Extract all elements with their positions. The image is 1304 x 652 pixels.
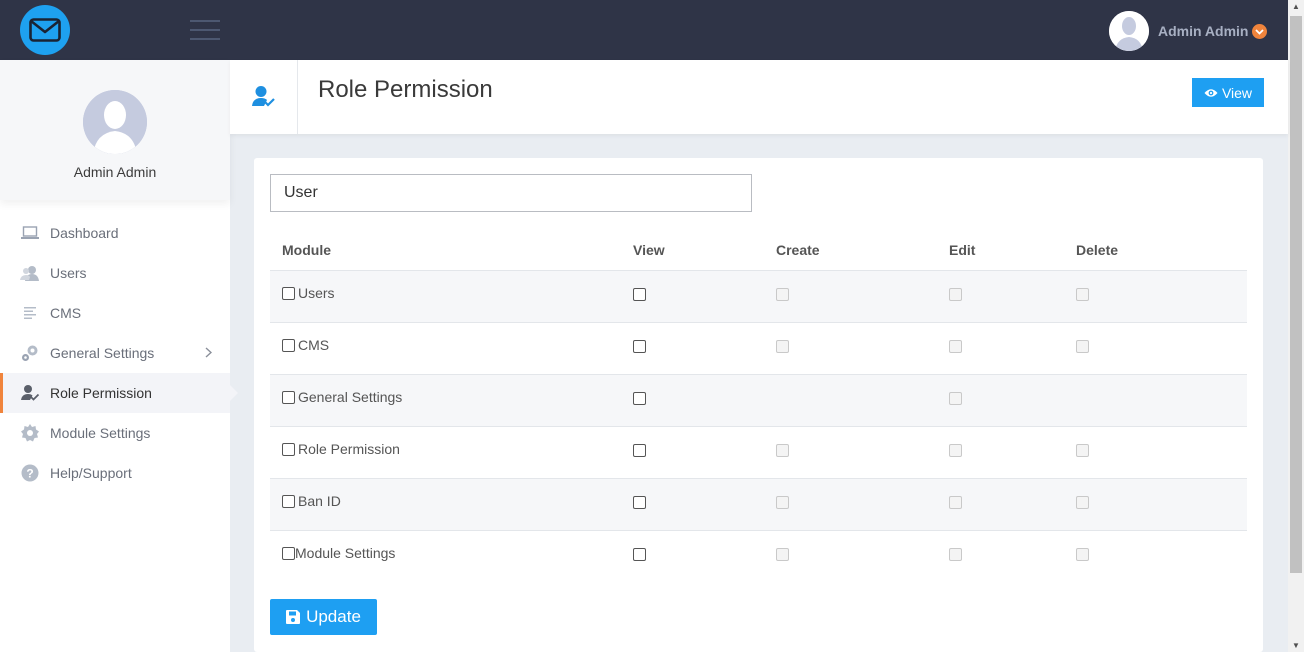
mail-icon-svg <box>29 18 61 42</box>
view-button[interactable]: View <box>1192 78 1264 107</box>
gears-icon <box>20 343 40 363</box>
delete-checkbox[interactable] <box>1076 496 1089 509</box>
view-checkbox[interactable] <box>633 392 646 405</box>
table-row: CMS <box>270 322 1247 375</box>
sidebar-item-help-support[interactable]: ? Help/Support <box>0 453 230 493</box>
vertical-scrollbar[interactable]: ▲ ▼ <box>1288 0 1304 652</box>
view-checkbox[interactable] <box>633 496 646 509</box>
sidebar-item-label: Role Permission <box>50 385 152 401</box>
sidebar-item-general-settings[interactable]: General Settings <box>0 333 230 373</box>
profile-avatar <box>83 90 147 154</box>
module-checkbox[interactable] <box>282 286 295 300</box>
chevron-down-icon[interactable] <box>1252 24 1267 39</box>
column-header-delete: Delete <box>1076 230 1247 271</box>
sidebar-item-label: Help/Support <box>50 465 132 481</box>
module-label: Role Permission <box>298 441 400 457</box>
scroll-down-icon[interactable]: ▼ <box>1292 641 1300 650</box>
create-checkbox[interactable] <box>776 340 789 353</box>
sidebar-item-label: General Settings <box>50 345 155 361</box>
module-label: Ban ID <box>298 493 341 509</box>
profile-name: Admin Admin <box>73 164 157 180</box>
users-icon <box>20 263 40 283</box>
svg-text:?: ? <box>26 467 33 481</box>
module-label: CMS <box>298 337 330 353</box>
sidebar-item-label: Dashboard <box>50 225 119 241</box>
module-checkbox[interactable] <box>282 338 295 352</box>
document-lines-icon <box>20 303 40 323</box>
edit-checkbox[interactable] <box>949 392 962 405</box>
module-checkbox[interactable] <box>282 546 295 560</box>
mail-icon[interactable] <box>20 5 70 55</box>
delete-checkbox[interactable] <box>1076 288 1089 301</box>
table-row: Role Permission <box>270 426 1247 479</box>
sidebar-item-label: Users <box>50 265 87 281</box>
table-header-row: Module View Create Edit Delete <box>270 230 1247 271</box>
view-button-label: View <box>1221 84 1253 101</box>
user-check-icon <box>230 60 298 134</box>
sidebar-item-cms[interactable]: CMS <box>0 293 230 333</box>
edit-checkbox[interactable] <box>949 548 962 562</box>
module-checkbox[interactable] <box>282 442 295 456</box>
view-checkbox[interactable] <box>633 444 646 457</box>
permission-card: Module View Create Edit Delete Users CMS <box>254 158 1263 652</box>
module-label: General Settings <box>298 389 403 405</box>
module-label: Users <box>298 285 335 301</box>
delete-checkbox[interactable] <box>1076 444 1089 457</box>
save-icon <box>286 610 301 624</box>
delete-checkbox[interactable] <box>1076 340 1089 353</box>
sidebar-item-label: Module Settings <box>50 425 151 441</box>
table-row: Users <box>270 270 1247 323</box>
page-title: Role Permission <box>318 76 493 103</box>
view-checkbox[interactable] <box>633 340 646 353</box>
view-checkbox[interactable] <box>633 548 646 562</box>
top-navbar: Admin Admin <box>0 0 1288 60</box>
sidebar-item-label: CMS <box>50 305 82 321</box>
create-checkbox[interactable] <box>776 496 789 509</box>
table-row: Ban ID <box>270 478 1247 531</box>
role-name-input[interactable] <box>270 174 752 212</box>
column-header-edit: Edit <box>949 230 1076 271</box>
view-checkbox[interactable] <box>633 288 646 301</box>
sidebar-item-role-permission[interactable]: Role Permission <box>0 373 238 413</box>
edit-checkbox[interactable] <box>949 288 962 301</box>
page-header: Role Permission View <box>230 60 1288 134</box>
update-button[interactable]: Update <box>270 599 377 635</box>
module-checkbox[interactable] <box>282 494 295 508</box>
sidebar-profile: Admin Admin <box>0 60 230 200</box>
column-header-module: Module <box>270 230 633 271</box>
sidebar-item-users[interactable]: Users <box>0 253 230 293</box>
gear-icon <box>20 423 40 443</box>
sidebar-item-dashboard[interactable]: Dashboard <box>0 213 230 253</box>
update-button-label: Update <box>306 607 361 626</box>
chevron-right-icon <box>205 345 213 361</box>
sidebar: Admin Admin Dashboard Users CMS General … <box>0 60 238 652</box>
module-label: Module Settings <box>295 545 396 562</box>
user-check-icon <box>20 383 40 403</box>
permission-table: Module View Create Edit Delete Users CMS <box>270 230 1247 582</box>
create-checkbox[interactable] <box>776 444 789 457</box>
scroll-up-icon[interactable]: ▲ <box>1292 2 1300 11</box>
scrollbar-thumb[interactable] <box>1290 16 1302 573</box>
table-row: Module Settings <box>270 530 1247 582</box>
table-row: General Settings <box>270 374 1247 427</box>
delete-checkbox[interactable] <box>1076 548 1089 562</box>
module-checkbox[interactable] <box>282 390 295 404</box>
edit-checkbox[interactable] <box>949 496 962 509</box>
sidebar-nav: Dashboard Users CMS General Settings Rol… <box>0 213 238 493</box>
sidebar-item-module-settings[interactable]: Module Settings <box>0 413 230 453</box>
menu-toggle-icon[interactable] <box>190 20 220 40</box>
laptop-icon <box>20 223 40 243</box>
column-header-create: Create <box>776 230 949 271</box>
edit-checkbox[interactable] <box>949 444 962 457</box>
user-avatar[interactable] <box>1109 11 1149 51</box>
top-user-name[interactable]: Admin Admin <box>1158 23 1248 39</box>
edit-checkbox[interactable] <box>949 340 962 353</box>
question-icon: ? <box>20 463 40 483</box>
create-checkbox[interactable] <box>776 288 789 301</box>
create-checkbox[interactable] <box>776 548 789 562</box>
column-header-view: View <box>633 230 776 271</box>
eye-icon <box>1204 88 1218 97</box>
